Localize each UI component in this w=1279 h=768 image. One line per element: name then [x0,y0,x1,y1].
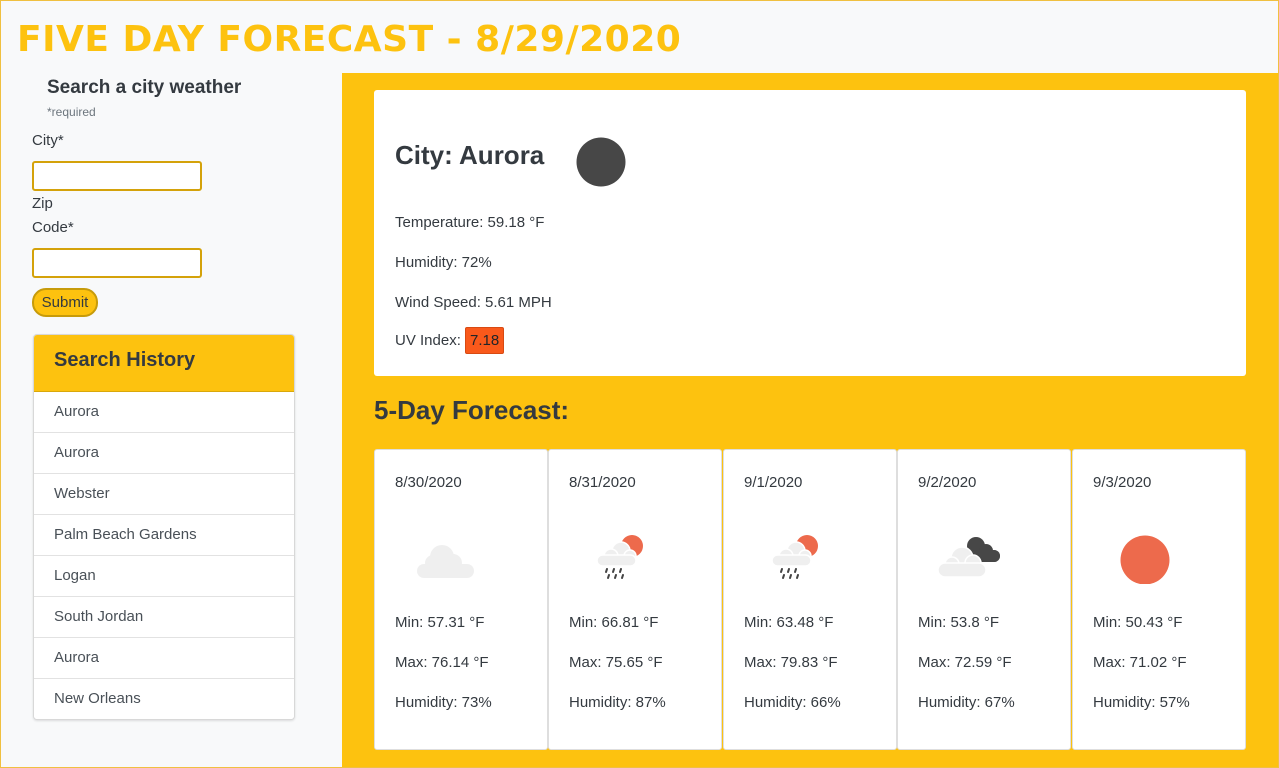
main-panel: City: Aurora Temperature: 59.18 °F Humid… [342,73,1278,767]
history-item[interactable]: Palm Beach Gardens [34,515,294,556]
zip-input[interactable] [32,248,202,278]
city-input[interactable] [32,161,202,191]
forecast-max: Max: 72.59 °F [918,654,1012,671]
page-header: FIVE DAY FORECAST - 8/29/2020 [1,1,1278,73]
submit-button[interactable]: Submit [32,288,98,317]
search-title: Search a city weather [47,77,242,98]
forecast-card: 9/3/2020 Min: 50.43 °F Max: 71.02 °F Hum… [1072,449,1246,750]
current-wind-speed: Wind Speed: 5.61 MPH [395,294,552,311]
zip-label-line2: Code* [32,219,74,236]
forecast-humidity: Humidity: 73% [395,694,492,711]
forecast-card: 9/2/2020 Min: 53.8 °F Max: 72.59 °F Humi… [897,449,1071,750]
uv-label: UV Index: [395,332,466,349]
sidebar: Search a city weather *required City* Zi… [1,73,342,767]
search-history-panel: Search History Aurora Aurora Webster Pal… [33,334,295,720]
forecast-humidity: Humidity: 66% [744,694,841,711]
zip-label-line1: Zip [32,195,53,212]
current-uv-row: UV Index: 7.18 [395,327,505,354]
forecast-date: 8/31/2020 [569,474,636,491]
forecast-card: 8/31/2020 Min: 66.81 °F Max: 75.65 °F Hu… [548,449,722,750]
forecast-min: Min: 57.31 °F [395,614,485,631]
history-item[interactable]: New Orleans [34,679,294,719]
history-item[interactable]: Aurora [34,433,294,474]
forecast-max: Max: 79.83 °F [744,654,838,671]
forecast-min: Min: 66.81 °F [569,614,659,631]
forecast-humidity: Humidity: 87% [569,694,666,711]
rain-sun-icon [771,535,818,579]
forecast-date: 9/1/2020 [744,474,803,491]
history-item[interactable]: Aurora [34,638,294,679]
forecast-max: Max: 71.02 °F [1093,654,1187,671]
forecast-min: Min: 53.8 °F [918,614,1000,631]
sun-icon [1120,535,1170,584]
forecast-title: 5-Day Forecast: [374,395,570,425]
moon-icon [576,137,626,187]
forecast-max: Max: 76.14 °F [395,654,489,671]
forecast-date: 9/2/2020 [918,474,977,491]
rain-sun-icon [596,535,643,579]
forecast-min: Min: 50.43 °F [1093,614,1183,631]
history-item[interactable]: Webster [34,474,294,515]
search-history-title: Search History [34,335,294,392]
history-item[interactable]: Aurora [34,392,294,433]
history-item[interactable]: South Jordan [34,597,294,638]
forecast-cards: 8/30/2020 Min: 57.31 °F Max: 76.14 °F Hu… [374,449,1246,751]
forecast-date: 9/3/2020 [1093,474,1152,491]
current-city-title: City: Aurora [395,140,545,170]
current-weather-card: City: Aurora Temperature: 59.18 °F Humid… [374,90,1246,376]
forecast-humidity: Humidity: 57% [1093,694,1190,711]
forecast-date: 8/30/2020 [395,474,462,491]
forecast-card: 9/1/2020 Min: 63.48 °F Max: 79.83 °F Hum… [723,449,897,750]
forecast-min: Min: 63.48 °F [744,614,834,631]
forecast-humidity: Humidity: 67% [918,694,1015,711]
broken-clouds-icon [937,537,1000,578]
current-humidity: Humidity: 72% [395,254,492,271]
current-temperature: Temperature: 59.18 °F [395,214,545,231]
uv-index-badge: 7.18 [465,327,505,354]
forecast-max: Max: 75.65 °F [569,654,663,671]
history-item[interactable]: Logan [34,556,294,597]
cloud-icon [417,545,474,578]
page-title: FIVE DAY FORECAST - 8/29/2020 [17,19,682,60]
required-note: *required [47,105,96,119]
forecast-card: 8/30/2020 Min: 57.31 °F Max: 76.14 °F Hu… [374,449,548,750]
city-label: City* [32,132,64,149]
